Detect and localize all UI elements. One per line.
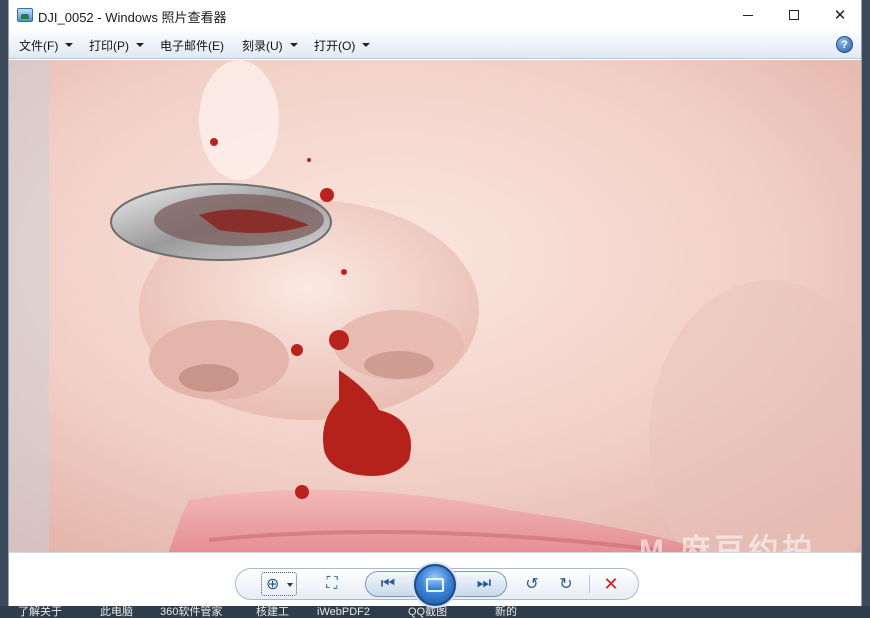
rotate-clockwise-button[interactable]: ↻	[555, 573, 577, 595]
slideshow-icon	[426, 578, 444, 592]
rotate-ccw-icon: ↺	[525, 576, 539, 593]
fit-window-icon: ⛶	[326, 575, 338, 592]
menu-print[interactable]: 打印(P)	[89, 37, 144, 53]
photo-watermark: M 麻豆约拍	[639, 534, 817, 552]
menu-burn[interactable]: 刻录(U)	[242, 37, 298, 53]
close-button[interactable]: ✕	[817, 0, 863, 30]
menu-open[interactable]: 打开(O)	[314, 37, 371, 53]
menu-email-label: 电子邮件(E)	[160, 38, 224, 53]
delete-button[interactable]: ✕	[600, 573, 622, 595]
desktop-label[interactable]: 了解关于	[18, 606, 62, 618]
rotate-counterclockwise-button[interactable]: ↺	[521, 573, 543, 595]
chevron-down-icon	[65, 43, 74, 47]
maximize-icon	[789, 10, 799, 20]
menu-burn-label: 刻录(U)	[242, 38, 283, 53]
zoom-icon: ⊕	[266, 576, 280, 593]
chevron-down-icon	[362, 43, 371, 47]
minimize-icon	[743, 14, 753, 16]
maximize-button[interactable]	[771, 0, 817, 30]
menu-file[interactable]: 文件(F)	[19, 37, 74, 53]
command-bar: 文件(F) 打印(P) 电子邮件(E) 刻录(U) 打开(O) ?	[9, 31, 861, 59]
title-bar[interactable]: DJI_0052 - Windows 照片查看器 ✕	[9, 0, 861, 30]
photo-display[interactable]: M 麻豆约拍	[9, 60, 861, 552]
photo-viewer-app-icon[interactable]	[17, 8, 33, 22]
next-button[interactable]: ⏭	[469, 573, 499, 595]
delete-icon: ✕	[603, 573, 619, 594]
help-icon[interactable]: ?	[836, 36, 853, 53]
menu-print-label: 打印(P)	[89, 38, 129, 53]
desktop-label[interactable]: iWebPDF2	[317, 606, 370, 618]
desktop-label[interactable]: 新的	[495, 606, 517, 618]
toolbar-divider	[589, 575, 590, 593]
next-icon: ⏭	[476, 575, 492, 592]
close-icon: ✕	[833, 7, 847, 24]
menu-open-label: 打开(O)	[314, 38, 356, 53]
chevron-down-icon	[136, 43, 144, 47]
previous-button[interactable]: ⏮	[373, 573, 403, 595]
chevron-down-icon	[287, 583, 293, 587]
zoom-button[interactable]: ⊕	[261, 572, 297, 596]
photo-viewer-window: DJI_0052 - Windows 照片查看器 ✕ 文件(F) 打印(P) 电…	[8, 0, 862, 606]
menu-email[interactable]: 电子邮件(E)	[160, 37, 224, 53]
desktop-label[interactable]: 360软件管家	[160, 606, 222, 618]
viewer-toolbar: ⊕ ⛶ ⏮ ⏭ ↺ ↻ ✕	[9, 552, 861, 606]
minimize-button[interactable]	[725, 0, 771, 30]
window-title: DJI_0052 - Windows 照片查看器	[38, 10, 227, 25]
photo-image	[9, 60, 861, 552]
menu-file-label: 文件(F)	[19, 38, 59, 53]
desktop-label[interactable]: QQ截图	[408, 606, 447, 618]
rotate-cw-icon: ↻	[559, 576, 573, 593]
slideshow-button[interactable]	[414, 564, 456, 606]
desktop-label[interactable]: 核建工	[256, 606, 289, 618]
chevron-down-icon	[289, 43, 298, 47]
previous-icon: ⏮	[380, 575, 396, 592]
desktop-icon-labels: 了解关于 此电脑 360软件管家 核建工 iWebPDF2 QQ截图 新的	[0, 606, 870, 618]
desktop-label[interactable]: 此电脑	[100, 606, 133, 618]
actual-size-button[interactable]: ⛶	[320, 573, 344, 595]
